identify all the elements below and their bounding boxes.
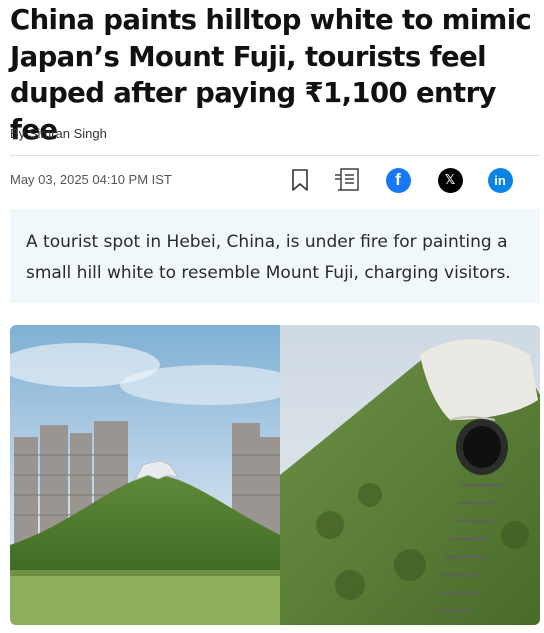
article-synopsis: A tourist spot in Hebei, China, is under… [10, 209, 540, 303]
linkedin-icon: in [487, 167, 513, 193]
x-icon: 𝕏 [437, 167, 463, 193]
meta-row: May 03, 2025 04:10 PM IST f 𝕏 in [10, 164, 540, 196]
publish-date: May 03, 2025 04:10 PM IST [10, 172, 172, 187]
photo-left-hill-scene [10, 325, 300, 625]
photo-right-tunnel-scene [280, 325, 540, 625]
bookmark-icon[interactable] [286, 166, 314, 194]
divider [10, 155, 540, 156]
byline: By Simran Singh [10, 126, 107, 141]
linkedin-share-button[interactable]: in [486, 166, 514, 194]
author-link[interactable]: Simran Singh [29, 126, 107, 141]
facebook-share-button[interactable]: f [384, 166, 412, 194]
facebook-icon: f [385, 167, 411, 193]
article-photo [10, 325, 540, 625]
x-share-button[interactable]: 𝕏 [436, 166, 464, 194]
summary-icon[interactable] [334, 166, 362, 194]
byline-prefix: By [10, 126, 26, 141]
